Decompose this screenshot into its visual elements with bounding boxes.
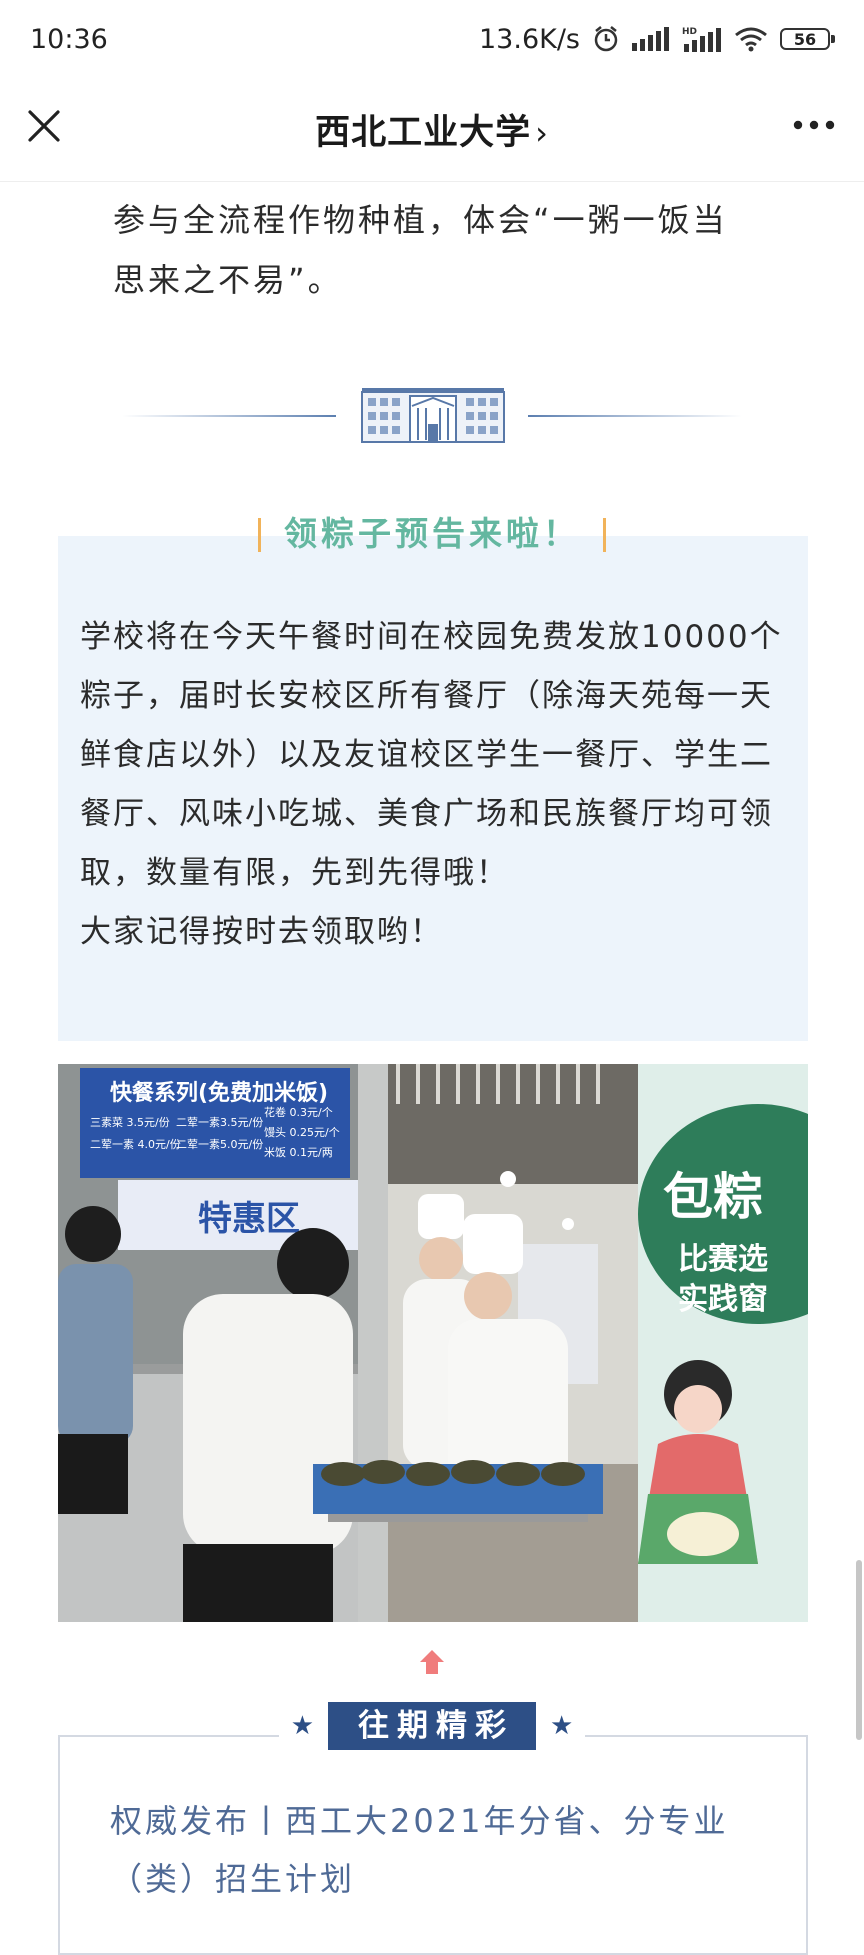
window-sign: 特惠区 [198, 1199, 300, 1239]
campus-building-icon [361, 388, 505, 443]
menu-line-1: 三素菜 3.5元/份 [90, 1116, 170, 1129]
notice-header: 领粽子预告来啦！ [0, 510, 864, 558]
chevron-right-icon[interactable]: › [535, 114, 549, 152]
menu-board-title: 快餐系列(免费加米饭) [110, 1080, 328, 1106]
notice-body: 学校将在今天午餐时间在校园免费发放10000个粽子，届时长安校区所有餐厅（除海天… [80, 608, 790, 962]
notice-paragraph: 学校将在今天午餐时间在校园免费发放10000个粽子，届时长安校区所有餐厅（除海天… [80, 619, 783, 891]
hd-label: HD [682, 27, 697, 37]
banner-line-1: 包粽 [663, 1168, 763, 1226]
past-article-link[interactable]: 权威发布丨西工大2021年分省、分专业（类）招生计划 [110, 1792, 770, 1908]
status-icons: 13.6K/s HD 56 [479, 23, 835, 55]
battery-icon: 56 [780, 28, 835, 50]
account-name[interactable]: 西北工业大学 [315, 113, 531, 153]
battery-level: 56 [793, 29, 817, 49]
status-time: 10:36 [30, 23, 108, 55]
menu-price-3: 米饭 0.1元/两 [264, 1146, 333, 1159]
past-highlights-header: ★ 往期精彩 ★ [0, 1702, 864, 1750]
nav-bar: 西北工业大学 › [0, 78, 864, 182]
wifi-icon [735, 27, 767, 52]
banner-line-2: 比赛选 [678, 1242, 768, 1277]
alarm-icon [594, 26, 618, 52]
intro-paragraph: 参与全流程作物种植，体会“一粥一饭当思来之不易”。 [113, 201, 728, 299]
signal-hd-icon: HD [682, 27, 721, 52]
signal-icon [632, 27, 669, 51]
menu-price-2: 馒头 0.25元/个 [264, 1126, 340, 1139]
star-icon: ★ [290, 1711, 314, 1741]
article-photo[interactable]: 快餐系列(免费加米饭) 三素菜 3.5元/份 二荤一素3.5元/份 二荤一素 4… [58, 1064, 808, 1622]
menu-line-4: 二荤一素5.0元/份 [176, 1138, 263, 1151]
menu-price-1: 花卷 0.3元/个 [264, 1105, 333, 1119]
notice-title: 领粽子预告来啦！ [258, 510, 606, 558]
divider-line-left [122, 415, 336, 417]
canteen-photo-illustration: 快餐系列(免费加米饭) 三素菜 3.5元/份 二荤一素3.5元/份 二荤一素 4… [58, 1064, 808, 1622]
status-bar: 10:36 13.6K/s HD 56 [0, 0, 864, 78]
network-speed: 13.6K/s [479, 23, 580, 55]
arrow-up-icon [420, 1650, 444, 1674]
divider-line-right [528, 415, 742, 417]
notice-closing: 大家记得按时去领取哟！ [80, 914, 443, 950]
scrollbar[interactable] [856, 1560, 862, 1740]
banner-line-3: 实践窗 [678, 1282, 768, 1317]
account-title[interactable]: 西北工业大学 › [0, 104, 864, 155]
menu-line-3: 二荤一素 4.0元/份 [90, 1138, 181, 1151]
more-icon[interactable] [790, 110, 838, 140]
past-highlights-title: 往期精彩 [316, 1702, 548, 1750]
menu-line-2: 二荤一素3.5元/份 [176, 1116, 263, 1129]
star-icon: ★ [550, 1711, 574, 1741]
